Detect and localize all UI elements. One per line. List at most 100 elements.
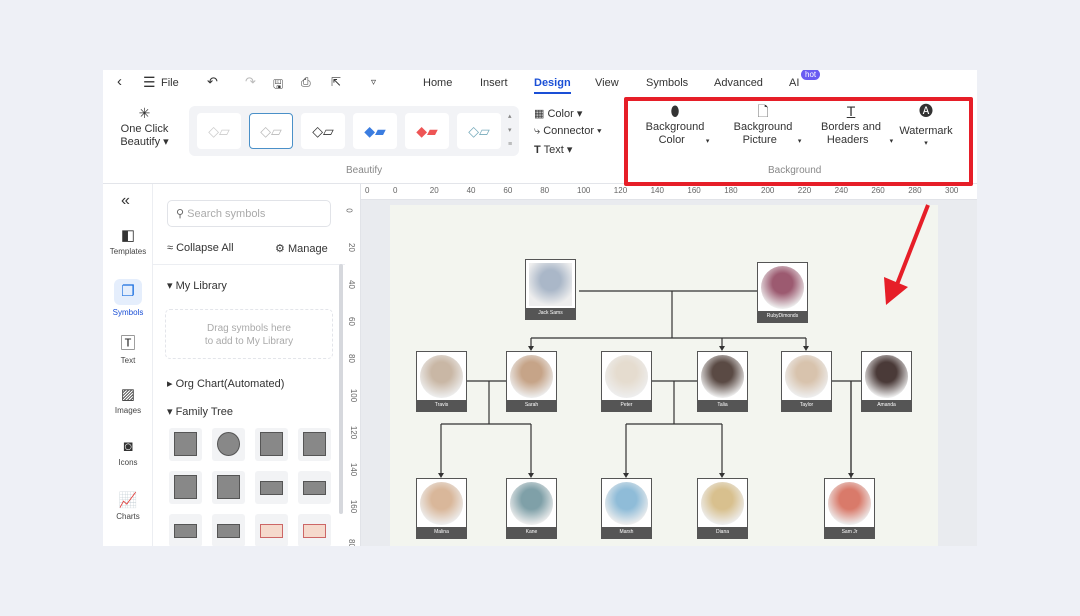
family-tree-symbol[interactable] [212, 471, 245, 504]
family-tree-symbol[interactable] [298, 428, 331, 461]
ruler-tick: 0 [393, 186, 398, 195]
label: Org Chart(Automated) [175, 378, 285, 390]
family-tree-symbol[interactable] [255, 428, 288, 461]
person-card[interactable]: Taylor [781, 351, 832, 412]
person-card[interactable]: Travis [416, 351, 467, 412]
tab-home[interactable]: Home [423, 77, 452, 89]
person-card[interactable]: Amanda [861, 351, 912, 412]
org-chart-section[interactable]: ▸ Org Chart(Automated) [167, 377, 284, 390]
style-option[interactable]: ◇▱ [249, 113, 293, 149]
ruler-tick: 300 [945, 186, 959, 195]
text-dropdown[interactable]: T Text ▾ [534, 143, 572, 156]
search-symbols-input[interactable]: ⚲ Search symbols [167, 200, 331, 227]
panel-scrollbar[interactable] [339, 264, 343, 514]
tab-ai[interactable]: AI [789, 77, 799, 89]
person-photo [605, 482, 648, 525]
person-card[interactable]: Kane [506, 478, 557, 539]
family-tree-symbol[interactable] [212, 514, 245, 546]
rail-item-icons[interactable]: ◙ Icons [103, 438, 153, 467]
symbols-panel: ⚲ Search symbols ≈ Collapse All ⚙ Manage… [153, 184, 345, 546]
style-option[interactable]: ◇▱ [301, 113, 345, 149]
person-card[interactable]: Diana [697, 478, 748, 539]
file-menu[interactable]: File [161, 77, 179, 89]
person-card[interactable]: Sarah [506, 351, 557, 412]
styles-scroll[interactable]: ▴ ▾ ≡ [508, 110, 512, 152]
family-tree-symbol[interactable] [255, 514, 288, 546]
rail-label: Text [120, 356, 136, 365]
rail-item-text[interactable]: 🅃 Text [103, 332, 153, 365]
undo-icon[interactable]: ↶ [207, 74, 218, 90]
ruler-tick: 160 [687, 186, 701, 195]
templates-icon: ◧ [120, 227, 136, 244]
ruler-tick: 40 [466, 186, 476, 195]
person-card[interactable]: Jack Sams [525, 259, 576, 320]
export-icon[interactable]: ⇱ [331, 75, 341, 89]
tab-insert[interactable]: Insert [480, 77, 508, 89]
ruler-tick: 0 [344, 208, 354, 213]
save-icon[interactable]: 🖫 [273, 75, 283, 96]
ruler-tick: 0 [365, 186, 370, 195]
collapse-all-button[interactable]: ≈ Collapse All [167, 242, 234, 254]
library-drop-zone[interactable]: Drag symbols here to add to My Library [165, 309, 333, 359]
style-option[interactable]: ◇▱ [457, 113, 501, 149]
hot-badge: hot [801, 70, 821, 80]
redo-icon[interactable]: ↷ [245, 74, 256, 90]
rail-item-symbols[interactable]: ❐ Symbols [103, 279, 153, 317]
manage-button[interactable]: ⚙ Manage [275, 242, 328, 255]
style-option[interactable]: ◆▰ [353, 113, 397, 149]
person-name: Taylor [782, 400, 831, 411]
ruler-tick: 40 [346, 280, 356, 289]
menubar: ‹ ☰ File ↶ ↷ 🖫 ⎙ ⇱ ▿ Home Insert Design … [103, 70, 977, 97]
style-option[interactable]: ◆▰ [405, 113, 449, 149]
rail-item-images[interactable]: ▨ Images [103, 385, 153, 415]
person-name: Kane [507, 527, 556, 538]
person-name: Peter [602, 400, 651, 411]
tab-view[interactable]: View [595, 77, 619, 89]
my-library-section[interactable]: ▾ My Library [167, 279, 227, 292]
beautify-styles: ◇▱ ◇▱ ◇▱ ◆▰ ◆▰ ◇▱ ▴ ▾ ≡ [189, 106, 519, 156]
person-card[interactable]: Talia [697, 351, 748, 412]
color-icon: ▦ [534, 108, 545, 120]
rail-item-templates[interactable]: ◧ Templates [103, 226, 153, 256]
ruler-tick: 20 [346, 243, 356, 252]
person-card[interactable]: Sam Jr [824, 478, 875, 539]
family-tree-symbol[interactable] [169, 428, 202, 461]
color-dropdown[interactable]: ▦ Color ▾ [534, 107, 582, 120]
family-tree-symbol[interactable] [212, 428, 245, 461]
one-click-beautify-button[interactable]: ✳ One Click Beautify ▾ [117, 106, 172, 149]
family-tree-symbol[interactable] [169, 514, 202, 546]
tab-design[interactable]: Design [534, 77, 571, 94]
person-photo [529, 263, 572, 306]
person-card[interactable]: Peter [601, 351, 652, 412]
collapse-panel-icon[interactable]: « [121, 192, 130, 210]
family-tree-symbol[interactable] [298, 471, 331, 504]
ruler-tick: 220 [797, 186, 812, 195]
rail-label: Charts [116, 512, 140, 521]
diagram-page[interactable]: Jack Sams RubyDimonds Travis Sarah Peter Tali… [390, 205, 938, 546]
tab-advanced[interactable]: Advanced [714, 77, 763, 89]
more-icon[interactable]: ▿ [371, 77, 376, 88]
family-tree-symbol[interactable] [255, 471, 288, 504]
label: Collapse All [176, 242, 234, 254]
family-tree-symbol[interactable] [169, 471, 202, 504]
print-icon[interactable]: ⎙ [301, 75, 311, 90]
beautify-group-label: Beautify [346, 165, 383, 176]
person-card[interactable]: Marsh [601, 478, 652, 539]
rail-label: Templates [109, 247, 147, 256]
rail-item-charts[interactable]: 📈 Charts [103, 491, 153, 521]
family-tree-symbol[interactable] [298, 514, 331, 546]
person-card[interactable]: Malina [416, 478, 467, 539]
menu-icon[interactable]: ☰ [143, 74, 156, 91]
connector-dropdown[interactable]: ⤷ Connector ▾ [534, 125, 602, 138]
ruler-tick: 20 [429, 186, 439, 195]
ruler-tick: 60 [346, 317, 356, 326]
back-icon[interactable]: ‹ [117, 73, 122, 90]
person-card[interactable]: RubyDimonds [757, 262, 808, 323]
style-option[interactable]: ◇▱ [197, 113, 241, 149]
tab-symbols[interactable]: Symbols [646, 77, 688, 89]
person-photo [420, 355, 463, 398]
family-tree-section[interactable]: ▾ Family Tree [167, 405, 233, 418]
text-icon: 🅃 [120, 335, 136, 352]
person-name: Marsh [602, 527, 651, 538]
ruler-tick: 260 [871, 186, 885, 195]
